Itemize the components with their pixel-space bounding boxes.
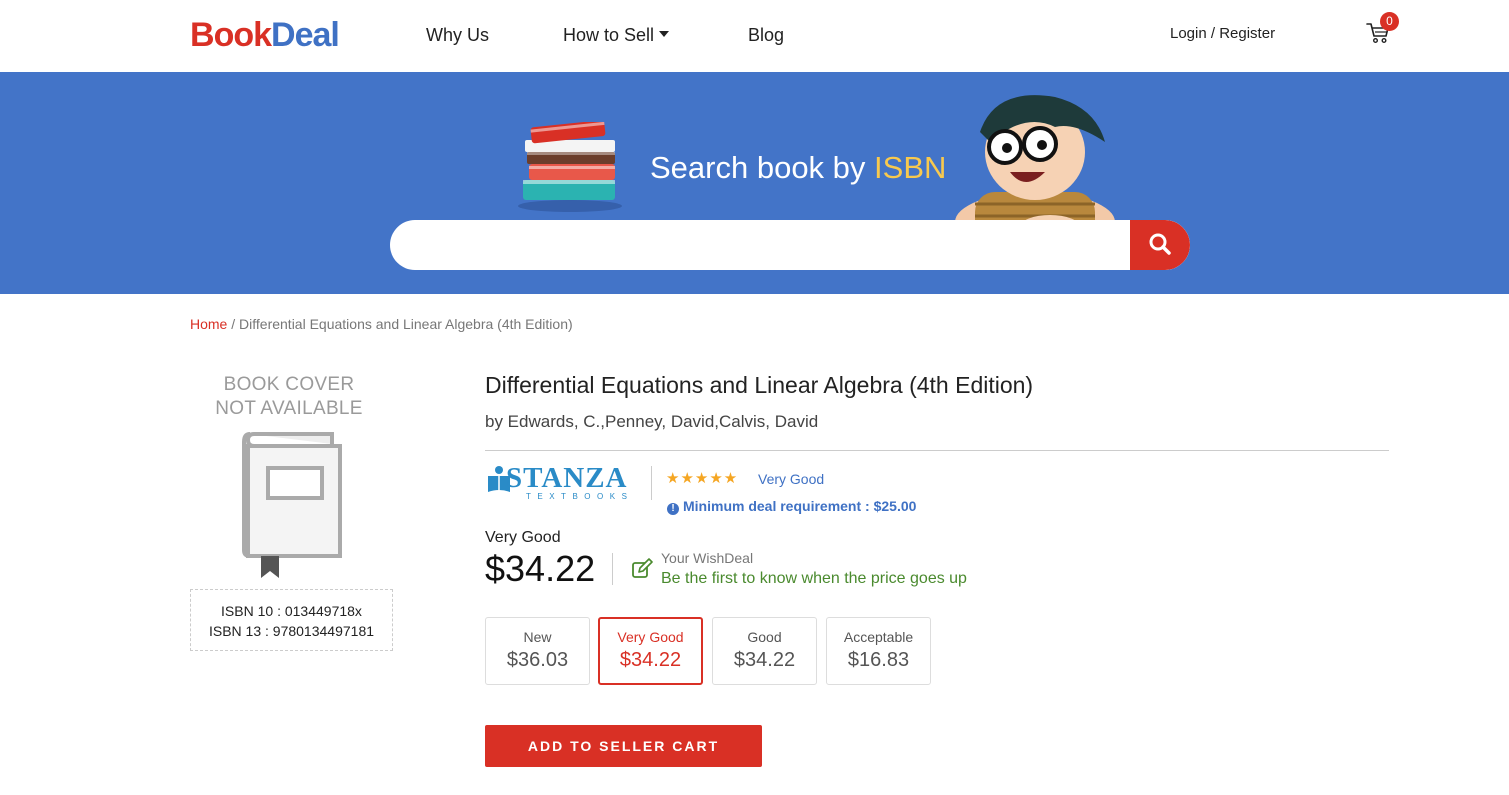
search-bar	[390, 220, 1190, 270]
current-price: $34.22	[485, 548, 596, 589]
cart-count-badge: 0	[1380, 12, 1399, 31]
book-placeholder-icon	[242, 432, 342, 578]
divider	[485, 450, 1389, 451]
nav-why-us[interactable]: Why Us	[426, 23, 489, 47]
isbn-info-box: ISBN 10 : 013449718x ISBN 13 : 978013449…	[190, 589, 393, 651]
condition-option-acceptable[interactable]: Acceptable $16.83	[826, 617, 931, 685]
wishdeal-link[interactable]: Be the first to know when the price goes…	[661, 570, 967, 588]
stanza-textbooks-logo[interactable]: STANZA TEXTBOOKS	[486, 462, 636, 502]
book-stack-illustration	[518, 122, 622, 212]
breadcrumb-home[interactable]: Home	[190, 316, 227, 332]
add-to-seller-cart-button[interactable]: ADD TO SELLER CART	[485, 725, 762, 767]
breadcrumb: Home / Differential Equations and Linear…	[190, 316, 573, 332]
search-icon	[1149, 233, 1171, 255]
book-title: Differential Equations and Linear Algebr…	[485, 372, 1034, 398]
isbn-search-input[interactable]	[390, 220, 1130, 270]
nav-blog[interactable]: Blog	[748, 23, 784, 47]
svg-text:TEXTBOOKS: TEXTBOOKS	[526, 492, 633, 501]
isbn10: ISBN 10 : 013449718x	[221, 603, 362, 619]
banner-title: Search book by ISBN	[650, 150, 947, 185]
isbn13: ISBN 13 : 9780134497181	[208, 623, 375, 639]
rating-stars: ★★★★★	[666, 470, 739, 487]
breadcrumb-current: Differential Equations and Linear Algebr…	[239, 316, 573, 332]
condition-option-good[interactable]: Good $34.22	[712, 617, 817, 685]
svg-text:STANZA: STANZA	[506, 462, 628, 494]
rating-label: Very Good	[758, 471, 825, 487]
book-author: by Edwards, C.,Penney, David,Calvis, Dav…	[485, 412, 819, 431]
login-register-link[interactable]: Login / Register	[1170, 25, 1275, 42]
nav-how-to-sell[interactable]: How to Sell	[563, 23, 670, 47]
condition-option-very-good[interactable]: Very Good $34.22	[598, 617, 703, 685]
site-header: BookDeal Why Us How to Sell Blog Login /…	[0, 0, 1509, 72]
selected-condition-label: Very Good	[485, 529, 561, 546]
cover-placeholder-text: BOOK COVER NOT AVAILABLE	[215, 374, 363, 419]
minimum-deal-notice: ! Minimum deal requirement : $25.00	[667, 498, 916, 515]
search-button[interactable]	[1130, 220, 1190, 270]
price-separator	[612, 553, 613, 585]
edit-icon[interactable]	[631, 558, 653, 580]
wishdeal-label: Your WishDeal	[661, 550, 754, 566]
info-icon: !	[667, 503, 679, 515]
bookdeal-logo[interactable]: BookDeal	[190, 15, 340, 55]
condition-option-new[interactable]: New $36.03	[485, 617, 590, 685]
seller-separator	[651, 466, 652, 500]
caret-down-icon	[659, 31, 670, 38]
search-banner: Search book by ISBN	[0, 72, 1509, 294]
